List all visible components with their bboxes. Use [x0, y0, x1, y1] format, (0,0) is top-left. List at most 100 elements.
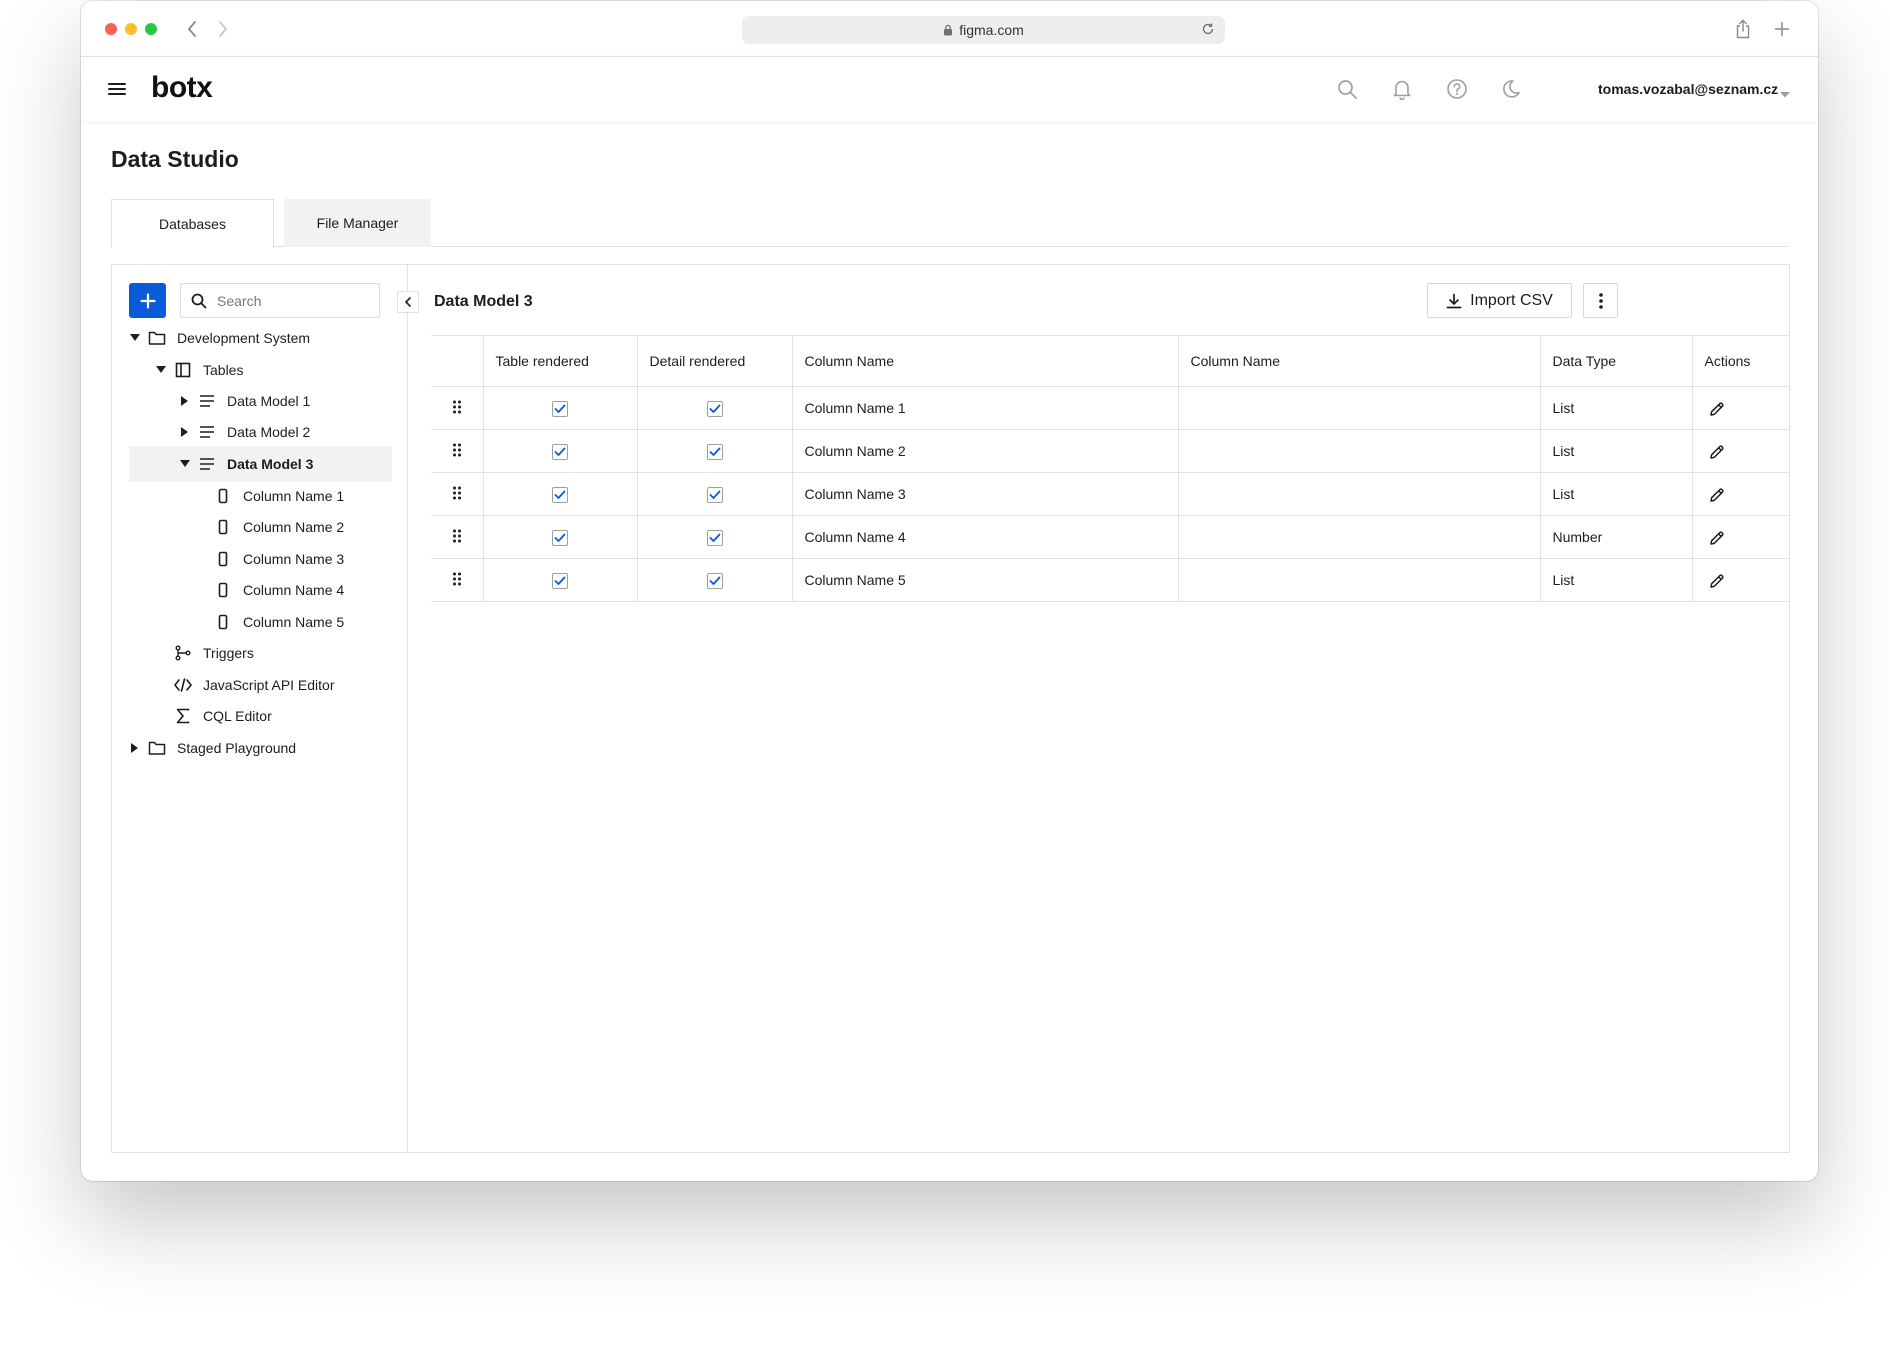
minimize-window-button[interactable] — [125, 23, 137, 35]
column-header-detail-rendered[interactable]: Detail rendered — [637, 335, 793, 387]
dark-mode-icon[interactable] — [1499, 77, 1523, 101]
column-header-column-name[interactable]: Column Name — [792, 335, 1179, 387]
column-name-2-cell — [1178, 429, 1541, 473]
add-button[interactable] — [129, 283, 166, 318]
tree-item-label: Column Name 1 — [243, 488, 345, 504]
caret-down-icon[interactable] — [129, 332, 141, 344]
caret-right-icon[interactable] — [179, 395, 191, 407]
edit-icon[interactable] — [1709, 530, 1725, 546]
tree-item-cql-editor[interactable]: CQL Editor — [129, 698, 392, 734]
search-field[interactable] — [180, 283, 380, 318]
column-icon — [213, 486, 233, 506]
forward-icon[interactable] — [212, 17, 234, 41]
table-rendered-checkbox[interactable] — [552, 486, 568, 503]
tree-item-label: Staged Playground — [177, 740, 297, 756]
tree-item-label: CQL Editor — [203, 708, 272, 724]
user-email[interactable]: tomas.vozabal@seznam.cz — [1598, 81, 1778, 97]
tab-databases[interactable]: Databases — [111, 199, 274, 248]
search-icon[interactable] — [1335, 77, 1359, 101]
tree-item-development-system[interactable]: Development System — [129, 320, 392, 356]
table-row[interactable]: Column Name 4 Number — [431, 515, 1790, 559]
page-title: Data Studio — [111, 146, 239, 172]
lock-icon — [943, 24, 953, 36]
tree-item-label: Data Model 1 — [227, 393, 311, 409]
tree-item-label: Column Name 2 — [243, 519, 345, 535]
tree-item-staged-playground[interactable]: Staged Playground — [129, 730, 392, 766]
detail-rendered-cell — [637, 515, 793, 559]
detail-rendered-cell — [637, 472, 793, 516]
drag-handle-icon[interactable] — [431, 558, 484, 602]
notifications-icon[interactable] — [1390, 77, 1414, 101]
tree-item-column-name-2[interactable]: Column Name 2 — [129, 509, 392, 545]
chevron-left-icon — [405, 297, 411, 307]
code-icon — [173, 675, 193, 695]
main-content: Data Model 3 Import CSV Table rendered D… — [409, 265, 1790, 1152]
import-csv-button[interactable]: Import CSV — [1427, 283, 1572, 318]
drag-handle-icon[interactable] — [431, 472, 484, 516]
column-header-handle — [431, 335, 484, 387]
sidebar: Development System Tables Data Model 1 D… — [112, 265, 419, 1152]
address-bar[interactable]: figma.com — [742, 16, 1225, 44]
detail-rendered-checkbox[interactable] — [706, 400, 723, 417]
detail-rendered-checkbox[interactable] — [706, 486, 723, 503]
edit-icon[interactable] — [1709, 444, 1725, 460]
more-options-button[interactable] — [1583, 283, 1618, 318]
edit-icon[interactable] — [1709, 487, 1725, 503]
table-row[interactable]: Column Name 5 List — [431, 558, 1790, 602]
list-icon — [197, 422, 217, 442]
help-icon[interactable] — [1445, 77, 1469, 101]
column-icon — [213, 580, 233, 600]
column-name-cell: Column Name 3 — [792, 472, 1179, 516]
detail-rendered-checkbox[interactable] — [706, 529, 723, 546]
column-header-column-name-2[interactable]: Column Name — [1178, 335, 1541, 387]
more-vertical-icon — [1598, 292, 1603, 309]
tree-item-label: JavaScript API Editor — [203, 677, 335, 693]
column-name-2-cell — [1178, 472, 1541, 516]
close-window-button[interactable] — [105, 23, 117, 35]
maximize-window-button[interactable] — [145, 23, 157, 35]
table-rendered-checkbox[interactable] — [552, 400, 568, 417]
table-row[interactable]: Column Name 1 List — [431, 386, 1790, 430]
reload-icon[interactable] — [1201, 22, 1215, 39]
tab-file-manager[interactable]: File Manager — [284, 199, 431, 247]
tree-item-label: Development System — [177, 330, 311, 346]
browser-window: figma.com botx tomas.vozabal@seznam.cz D… — [81, 1, 1818, 1181]
back-icon[interactable] — [181, 17, 203, 41]
caret-down-icon[interactable] — [155, 364, 167, 376]
column-header-data-type[interactable]: Data Type — [1540, 335, 1693, 387]
detail-rendered-checkbox[interactable] — [706, 572, 723, 589]
column-header-table-rendered[interactable]: Table rendered — [483, 335, 638, 387]
table-rendered-checkbox[interactable] — [552, 572, 568, 589]
drag-handle-icon[interactable] — [431, 386, 484, 430]
search-input[interactable] — [217, 292, 367, 309]
trigger-icon — [173, 643, 193, 663]
detail-rendered-checkbox[interactable] — [706, 443, 723, 460]
download-icon — [1446, 293, 1462, 308]
app-logo[interactable]: botx — [151, 71, 213, 105]
table-row[interactable]: Column Name 3 List — [431, 472, 1790, 516]
actions-cell — [1692, 429, 1790, 473]
share-icon[interactable] — [1731, 17, 1755, 41]
column-name-2-cell — [1178, 515, 1541, 559]
new-tab-icon[interactable] — [1770, 17, 1794, 41]
edit-icon[interactable] — [1709, 573, 1725, 589]
table-rendered-checkbox[interactable] — [552, 529, 568, 546]
tree-item-triggers[interactable]: Triggers — [129, 635, 392, 671]
tree-item-column-name-4[interactable]: Column Name 4 — [129, 572, 392, 608]
menu-icon[interactable] — [107, 79, 127, 99]
drag-handle-icon[interactable] — [431, 429, 484, 473]
edit-icon[interactable] — [1709, 401, 1725, 417]
tree-item-data-model-3[interactable]: Data Model 3 — [129, 446, 392, 482]
column-icon — [213, 517, 233, 537]
caret-right-icon[interactable] — [129, 742, 141, 754]
table-rendered-checkbox[interactable] — [552, 443, 568, 460]
drag-handle-icon[interactable] — [431, 515, 484, 559]
caret-right-icon[interactable] — [179, 426, 191, 438]
collapse-sidebar-button[interactable] — [397, 291, 419, 313]
table-rendered-cell — [483, 558, 638, 602]
tree-item-data-model-2[interactable]: Data Model 2 — [129, 414, 392, 450]
caret-down-icon[interactable] — [179, 458, 191, 470]
chevron-down-icon[interactable] — [1779, 86, 1791, 104]
browser-toolbar: figma.com — [81, 1, 1818, 57]
table-row[interactable]: Column Name 2 List — [431, 429, 1790, 473]
